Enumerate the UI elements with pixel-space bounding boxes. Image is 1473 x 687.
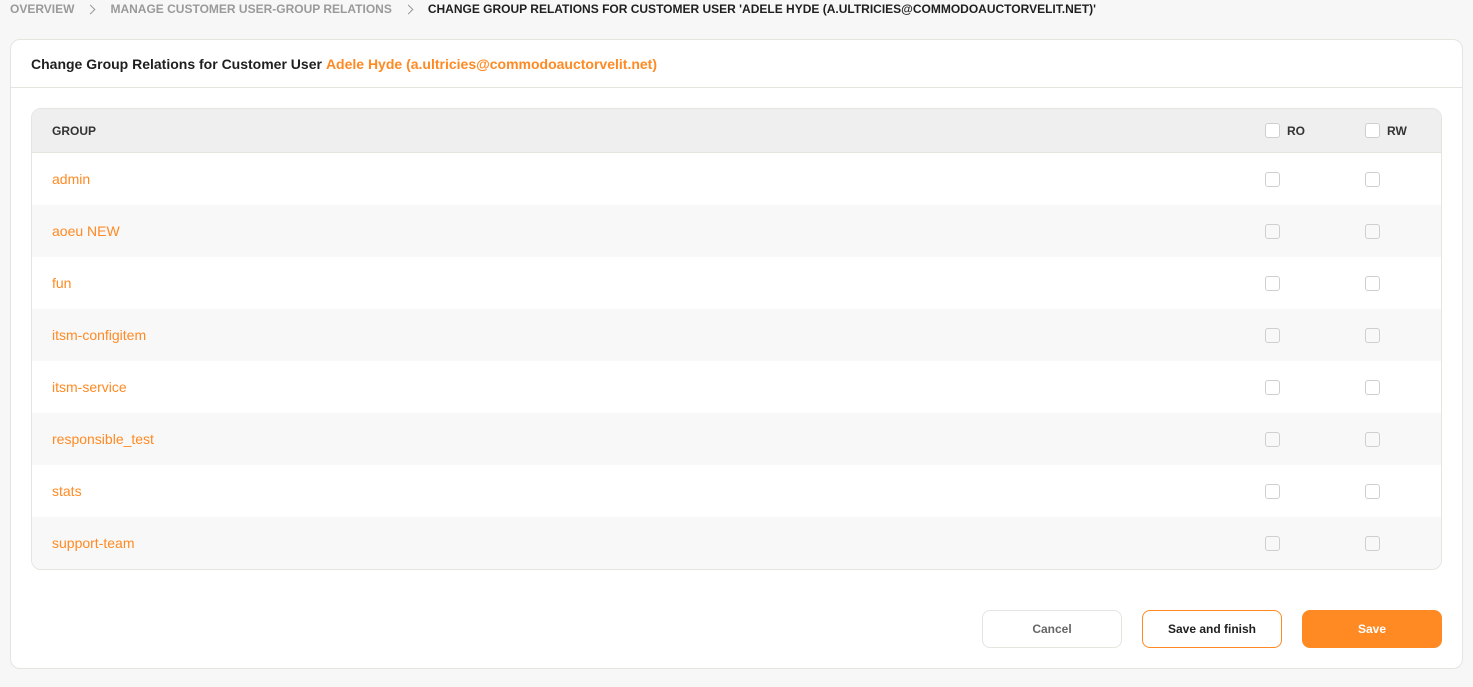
group-relations-table: GROUP RO RW admin aoeu NEW fun itsm-conf… [31,108,1442,570]
breadcrumb: Overview Manage Customer User-Group Rela… [10,0,1096,18]
group-relations-panel: Change Group Relations for Customer User… [10,39,1463,669]
table-row: support-team [32,517,1441,569]
group-link[interactable]: support-team [52,535,134,551]
rw-checkbox[interactable] [1365,380,1380,395]
breadcrumb-overview[interactable]: Overview [10,2,74,16]
ro-checkbox[interactable] [1265,172,1280,187]
chevron-right-icon [86,4,96,14]
group-link[interactable]: stats [52,483,82,499]
save-and-finish-button[interactable]: Save and finish [1142,610,1282,648]
rw-checkbox[interactable] [1365,432,1380,447]
group-link[interactable]: admin [52,171,90,187]
save-button[interactable]: Save [1302,610,1442,648]
rw-checkbox[interactable] [1365,328,1380,343]
rw-checkbox[interactable] [1365,484,1380,499]
ro-checkbox[interactable] [1265,432,1280,447]
panel-title: Change Group Relations for Customer User [31,55,322,72]
ro-checkbox[interactable] [1265,328,1280,343]
table-row: fun [32,257,1441,309]
column-header-ro-label: RO [1287,123,1305,138]
rw-checkbox[interactable] [1365,172,1380,187]
column-header-rw-label: RW [1387,123,1407,138]
table-row: itsm-configitem [32,309,1441,361]
table-body: admin aoeu NEW fun itsm-configitem itsm- [32,153,1441,569]
rw-checkbox[interactable] [1365,536,1380,551]
table-row: itsm-service [32,361,1441,413]
column-header-ro: RO [1265,123,1305,138]
column-header-group: GROUP [52,123,97,138]
cancel-button[interactable]: Cancel [982,610,1122,648]
chevron-right-icon [403,4,414,14]
table-row: admin [32,153,1441,205]
group-link[interactable]: itsm-service [52,379,127,395]
breadcrumb-manage-relations[interactable]: Manage Customer User-Group Relations [110,2,391,16]
select-all-rw-checkbox[interactable] [1365,123,1380,138]
group-link[interactable]: itsm-configitem [52,327,146,343]
customer-user-name: Adele Hyde (a.ultricies@commodoauctorvel… [325,55,657,72]
ro-checkbox[interactable] [1265,536,1280,551]
group-link[interactable]: responsible_test [52,431,154,447]
column-header-rw: RW [1365,123,1407,138]
rw-checkbox[interactable] [1365,224,1380,239]
table-row: stats [32,465,1441,517]
select-all-ro-checkbox[interactable] [1265,123,1280,138]
group-link[interactable]: aoeu NEW [52,223,120,239]
table-row: responsible_test [32,413,1441,465]
table-header: GROUP RO RW [32,109,1441,153]
panel-header: Change Group Relations for Customer User… [11,40,1462,88]
ro-checkbox[interactable] [1265,380,1280,395]
ro-checkbox[interactable] [1265,224,1280,239]
breadcrumb-current: Change Group Relations for Customer User… [427,2,1096,16]
ro-checkbox[interactable] [1265,484,1280,499]
group-link[interactable]: fun [52,275,71,291]
ro-checkbox[interactable] [1265,276,1280,291]
table-row: aoeu NEW [32,205,1441,257]
rw-checkbox[interactable] [1365,276,1380,291]
